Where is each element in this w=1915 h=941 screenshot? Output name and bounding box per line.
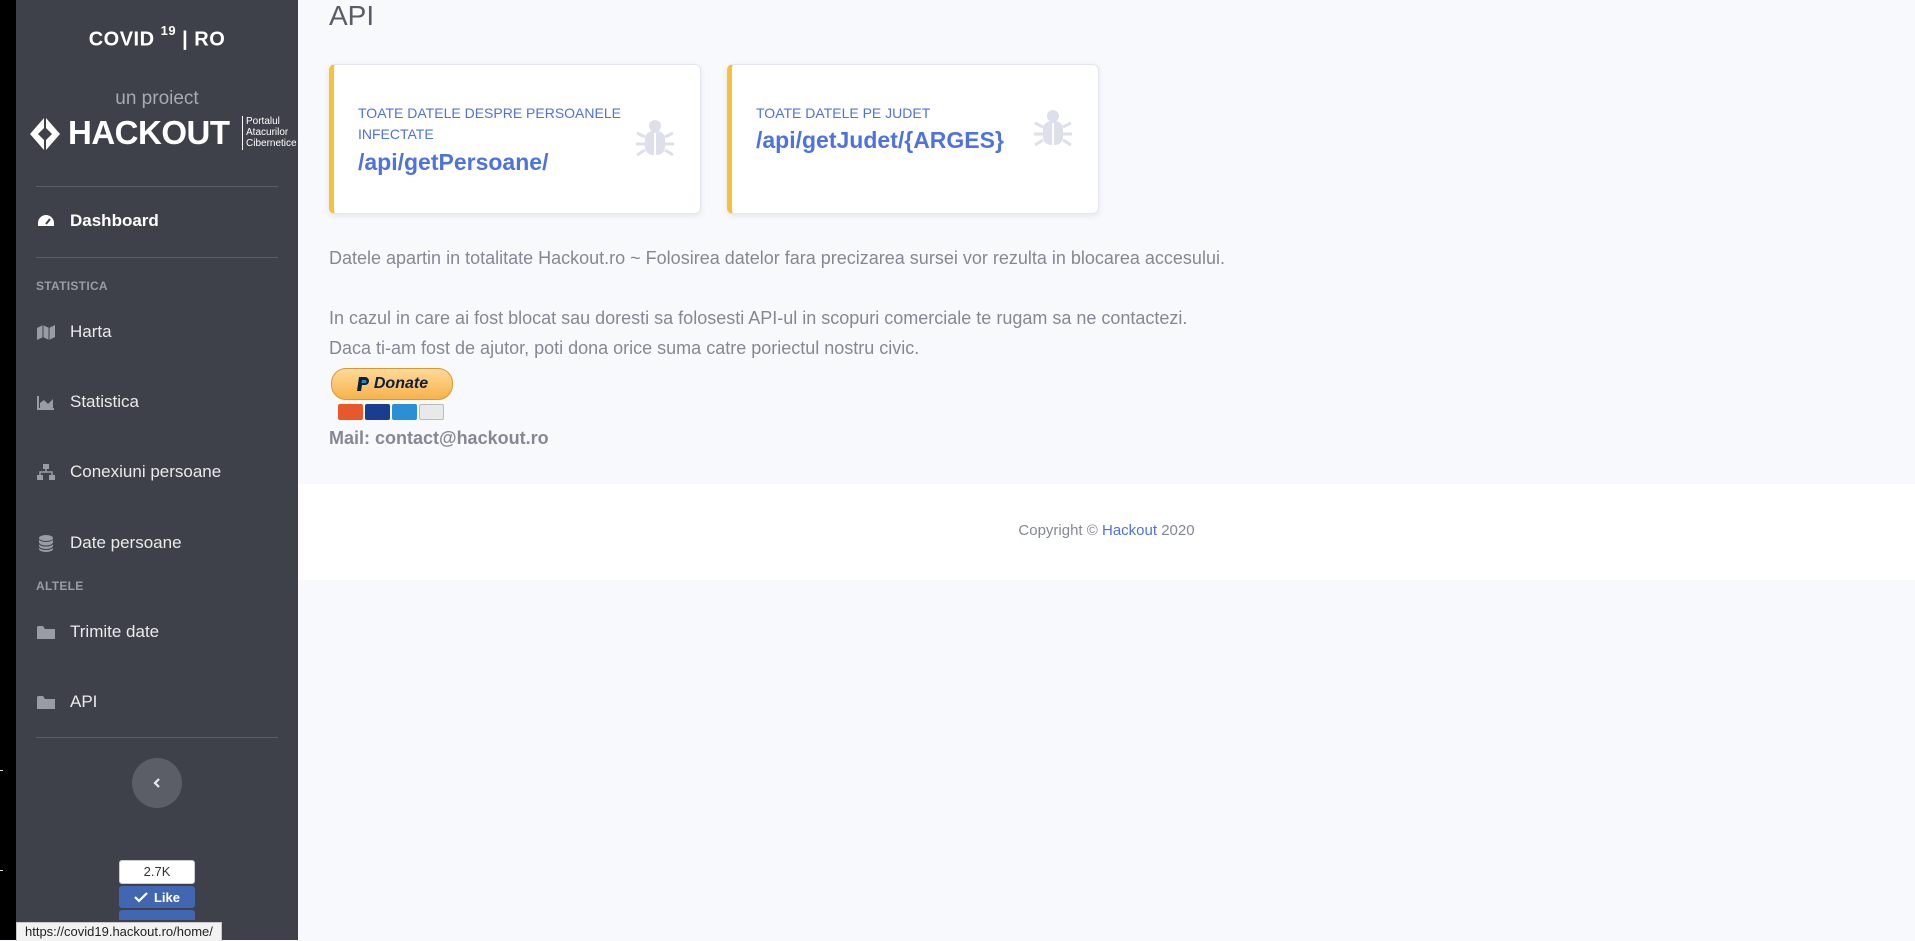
api-card-persoane[interactable]: TOATE DATELE DESPRE PERSOANELE INFECTATE…: [329, 64, 701, 214]
sidebar-item-label: Harta: [70, 322, 112, 341]
payment-cards: [338, 404, 444, 420]
status-bar-url: https://covid19.hackout.ro/home/: [16, 922, 222, 941]
api-card-judet[interactable]: TOATE DATELE PE JUDET /api/getJudet/{ARG…: [727, 64, 1099, 214]
paypal-donate-button[interactable]: Donate: [331, 368, 453, 400]
discover-icon: [419, 404, 444, 420]
copyright-prefix: Copyright ©: [1018, 522, 1102, 539]
chevron-left-icon: [153, 778, 160, 788]
like-count: 2.7K: [119, 860, 195, 884]
main-content: API TOATE DATELE DESPRE PERSOANELE INFEC…: [298, 0, 1915, 940]
sidebar-item-trimite-date[interactable]: Trimite date: [36, 617, 286, 647]
visa-icon: [365, 404, 390, 420]
sidebar-item-label: Statistica: [70, 392, 139, 411]
hackout-logo[interactable]: HACKOUT Portalul Atacurilor Cibernetice: [30, 112, 300, 156]
facebook-like-widget[interactable]: 2.7K Like: [119, 860, 195, 920]
area-chart-icon: [36, 393, 56, 411]
contact-mail[interactable]: Mail: contact@hackout.ro: [329, 428, 549, 449]
database-icon: [36, 534, 56, 552]
sidebar-item-date-persoane[interactable]: Date persoane: [36, 528, 286, 558]
logo-word: HACKOUT: [68, 114, 230, 151]
sidebar-item-api[interactable]: API: [36, 687, 286, 717]
card-label: TOATE DATELE DESPRE PERSOANELE INFECTATE: [358, 105, 621, 142]
notice-paragraph: Datele apartin in totalitate Hackout.ro …: [329, 248, 1225, 268]
sidebar-divider: [36, 257, 278, 258]
card-endpoint[interactable]: /api/getPersoane/: [358, 149, 548, 176]
tagline-line: Atacurilor: [246, 127, 289, 138]
donate-label: Donate: [373, 375, 429, 392]
sidebar-item-label: Trimite date: [70, 622, 160, 641]
edge-tick: [0, 870, 3, 871]
bug-icon: [1034, 110, 1072, 147]
sidebar-item-statistica[interactable]: Statistica: [36, 387, 286, 417]
sidebar-item-label: Dashboard: [70, 211, 159, 230]
window-edge: [0, 0, 16, 940]
paypal-icon: [356, 377, 369, 391]
page-title: API: [329, 0, 375, 31]
copyright: Copyright © Hackout 2020: [298, 522, 1915, 539]
bug-icon: [636, 120, 674, 157]
sidebar-heading-statistica: STATISTICA: [36, 279, 108, 293]
sidebar-item-harta[interactable]: Harta: [36, 317, 286, 347]
sidebar-item-label: Date persoane: [70, 533, 182, 552]
brand-sup: 19: [160, 23, 177, 38]
map-icon: [36, 323, 56, 341]
sidebar-item-label: API: [70, 692, 98, 711]
folder-icon: [36, 693, 56, 711]
copyright-suffix: 2020: [1157, 522, 1195, 539]
mastercard-icon: [338, 404, 363, 420]
like-label: Like: [153, 889, 180, 905]
notice-paragraph: In cazul in care ai fost blocat sau dore…: [329, 308, 1188, 328]
sidebar-item-label: Conexiuni persoane: [70, 462, 222, 481]
sidebar-item-dashboard[interactable]: Dashboard: [36, 206, 286, 236]
sidebar-heading-altele: ALTELE: [36, 579, 84, 593]
tachometer-icon: [36, 212, 56, 230]
logo-tagline: Portalul Atacurilor Cibernetice: [246, 116, 297, 149]
card-label: TOATE DATELE PE JUDET: [756, 105, 931, 121]
check-icon: [134, 892, 148, 903]
sidebar: COVID 19 | RO un proiect HACKOUT Portalu…: [16, 0, 298, 940]
brand-part1: COVID: [88, 28, 161, 51]
edge-tick: [0, 770, 3, 771]
share-button[interactable]: [119, 910, 195, 920]
like-button[interactable]: Like: [119, 886, 195, 908]
sidebar-toggle-button[interactable]: [132, 758, 182, 808]
project-subtitle: un proiect: [115, 88, 199, 109]
tagline-line: Cibernetice: [246, 138, 297, 149]
sidebar-divider: [36, 737, 278, 738]
amex-icon: [392, 404, 417, 420]
brand-part2: | RO: [176, 28, 226, 51]
sidebar-item-conexiuni-persoane[interactable]: Conexiuni persoane: [36, 457, 286, 487]
folder-icon: [36, 623, 56, 641]
card-endpoint[interactable]: /api/getJudet/{ARGES}: [756, 127, 1004, 154]
hackout-mark-icon: [30, 118, 60, 150]
hackout-link[interactable]: Hackout: [1102, 522, 1157, 539]
notice-paragraph: Daca ti-am fost de ajutor, poti dona ori…: [329, 338, 920, 358]
tagline-line: Portalul: [246, 116, 280, 127]
sidebar-divider: [36, 186, 278, 187]
logo-separator: [242, 116, 243, 150]
footer: Copyright © Hackout 2020: [298, 484, 1915, 580]
sidebar-brand[interactable]: COVID 19 | RO: [16, 23, 298, 52]
sitemap-icon: [36, 463, 56, 481]
